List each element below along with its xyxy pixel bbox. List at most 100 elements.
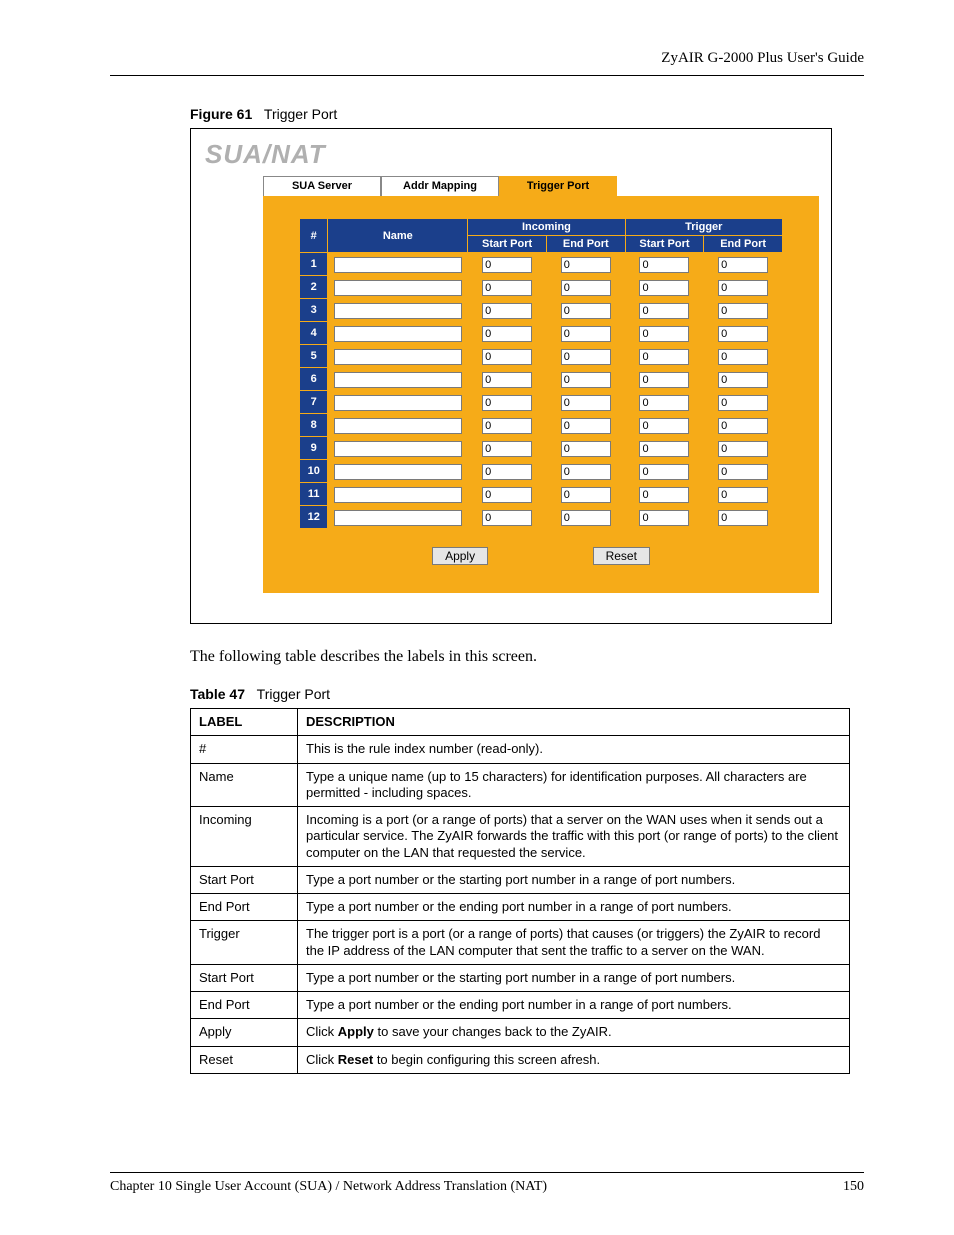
name-input[interactable] (334, 395, 462, 411)
trigger-start-input[interactable] (639, 441, 689, 457)
page-title: SUA/NAT (205, 139, 817, 170)
name-input[interactable] (334, 349, 462, 365)
incoming-start-input[interactable] (482, 395, 532, 411)
desc-text: Click Apply to save your changes back to… (298, 1019, 850, 1046)
table-row: 4 (300, 322, 783, 345)
trigger-start-input[interactable] (639, 349, 689, 365)
trigger-start-input[interactable] (639, 464, 689, 480)
name-input[interactable] (334, 510, 462, 526)
name-input[interactable] (334, 257, 462, 273)
name-input[interactable] (334, 303, 462, 319)
trigger-end-input[interactable] (718, 395, 768, 411)
incoming-start-input[interactable] (482, 510, 532, 526)
desc-label: Name (191, 763, 298, 807)
table-row: 1 (300, 253, 783, 276)
incoming-start-input[interactable] (482, 487, 532, 503)
desc-label: Apply (191, 1019, 298, 1046)
trigger-start-input[interactable] (639, 395, 689, 411)
table-title: Trigger Port (257, 686, 330, 702)
figure-caption: Figure 61 Trigger Port (190, 106, 864, 122)
incoming-end-input[interactable] (561, 303, 611, 319)
desc-label: Reset (191, 1046, 298, 1073)
name-input[interactable] (334, 418, 462, 434)
table-row: 6 (300, 368, 783, 391)
trigger-start-input[interactable] (639, 303, 689, 319)
table-row: 5 (300, 345, 783, 368)
incoming-start-input[interactable] (482, 418, 532, 434)
name-input[interactable] (334, 464, 462, 480)
desc-label: # (191, 736, 298, 763)
col-incoming: Incoming (468, 219, 625, 236)
col-trigger: Trigger (625, 219, 782, 236)
trigger-end-input[interactable] (718, 510, 768, 526)
incoming-end-input[interactable] (561, 464, 611, 480)
incoming-end-input[interactable] (561, 395, 611, 411)
incoming-end-input[interactable] (561, 349, 611, 365)
tab-trigger-port[interactable]: Trigger Port (499, 176, 617, 196)
trigger-start-input[interactable] (639, 257, 689, 273)
incoming-end-input[interactable] (561, 441, 611, 457)
trigger-start-input[interactable] (639, 418, 689, 434)
desc-row: Start PortType a port number or the star… (191, 866, 850, 893)
col-idx: # (300, 219, 328, 253)
incoming-end-input[interactable] (561, 257, 611, 273)
name-input[interactable] (334, 441, 462, 457)
row-index: 7 (300, 391, 328, 414)
incoming-end-input[interactable] (561, 487, 611, 503)
reset-button[interactable]: Reset (593, 547, 650, 565)
desc-row: IncomingIncoming is a port (or a range o… (191, 807, 850, 867)
trigger-end-input[interactable] (718, 464, 768, 480)
apply-button[interactable]: Apply (432, 547, 488, 565)
trigger-start-input[interactable] (639, 510, 689, 526)
table-row: 12 (300, 506, 783, 529)
col-tr-start: Start Port (625, 236, 704, 253)
incoming-start-input[interactable] (482, 257, 532, 273)
desc-text: Type a port number or the ending port nu… (298, 992, 850, 1019)
name-input[interactable] (334, 487, 462, 503)
incoming-end-input[interactable] (561, 418, 611, 434)
name-input[interactable] (334, 280, 462, 296)
trigger-end-input[interactable] (718, 257, 768, 273)
trigger-end-input[interactable] (718, 303, 768, 319)
desc-hdr-label: LABEL (191, 709, 298, 736)
incoming-end-input[interactable] (561, 280, 611, 296)
incoming-start-input[interactable] (482, 280, 532, 296)
desc-label: Start Port (191, 866, 298, 893)
trigger-end-input[interactable] (718, 441, 768, 457)
desc-text: Incoming is a port (or a range of ports)… (298, 807, 850, 867)
desc-text: Type a port number or the starting port … (298, 866, 850, 893)
trigger-start-input[interactable] (639, 280, 689, 296)
incoming-start-input[interactable] (482, 349, 532, 365)
trigger-end-input[interactable] (718, 418, 768, 434)
name-input[interactable] (334, 372, 462, 388)
trigger-end-input[interactable] (718, 349, 768, 365)
tab-addr-mapping[interactable]: Addr Mapping (381, 176, 499, 196)
incoming-end-input[interactable] (561, 326, 611, 342)
trigger-end-input[interactable] (718, 372, 768, 388)
table-row: 10 (300, 460, 783, 483)
incoming-start-input[interactable] (482, 464, 532, 480)
incoming-start-input[interactable] (482, 372, 532, 388)
figure-label: Figure 61 (190, 106, 252, 122)
incoming-start-input[interactable] (482, 441, 532, 457)
desc-row: ApplyClick Apply to save your changes ba… (191, 1019, 850, 1046)
incoming-end-input[interactable] (561, 372, 611, 388)
table-row: 7 (300, 391, 783, 414)
trigger-end-input[interactable] (718, 326, 768, 342)
col-tr-end: End Port (704, 236, 783, 253)
trigger-start-input[interactable] (639, 326, 689, 342)
incoming-end-input[interactable] (561, 510, 611, 526)
desc-row: End PortType a port number or the ending… (191, 894, 850, 921)
screenshot-container: SUA/NAT SUA ServerAddr MappingTrigger Po… (190, 128, 832, 624)
incoming-start-input[interactable] (482, 303, 532, 319)
incoming-start-input[interactable] (482, 326, 532, 342)
footer-page: 150 (843, 1179, 864, 1195)
trigger-end-input[interactable] (718, 280, 768, 296)
trigger-start-input[interactable] (639, 487, 689, 503)
desc-row: End PortType a port number or the ending… (191, 992, 850, 1019)
trigger-end-input[interactable] (718, 487, 768, 503)
trigger-start-input[interactable] (639, 372, 689, 388)
tab-sua-server[interactable]: SUA Server (263, 176, 381, 196)
name-input[interactable] (334, 326, 462, 342)
desc-label: Incoming (191, 807, 298, 867)
